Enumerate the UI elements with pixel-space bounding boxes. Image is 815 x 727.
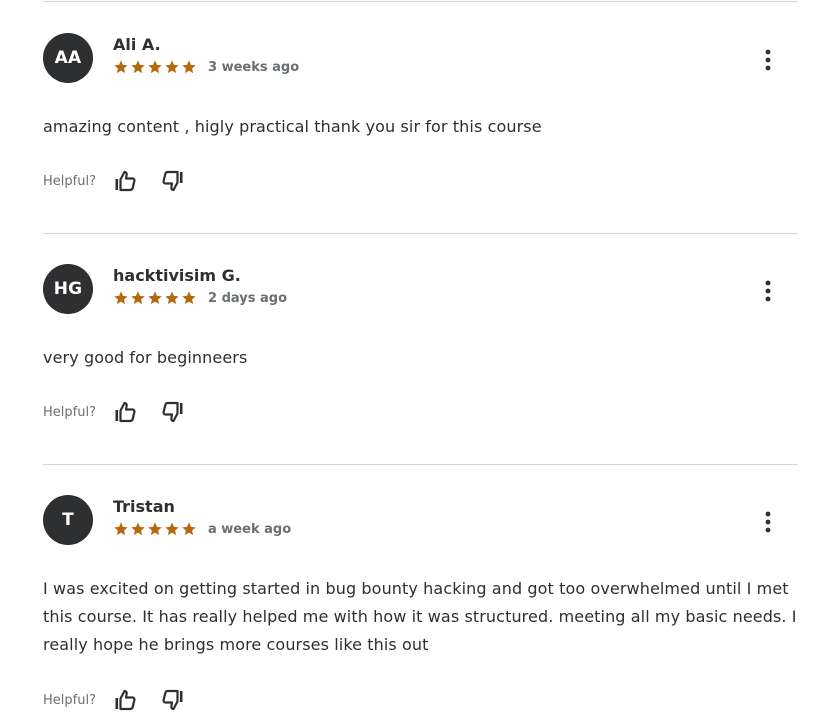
helpful-section: Helpful?	[43, 168, 186, 194]
star-rating	[113, 290, 197, 306]
star-icon	[148, 291, 162, 305]
star-icon	[182, 522, 196, 536]
review-content: amazing content , higly practical thank …	[43, 117, 542, 136]
thumbs-down-icon	[162, 401, 183, 423]
review-meta: 2 days ago	[113, 290, 287, 306]
thumbs-down-button[interactable]	[160, 168, 186, 194]
star-icon	[131, 522, 145, 536]
thumbs-up-icon	[115, 170, 136, 192]
reviewer-name: Ali A.	[113, 35, 161, 54]
more-vertical-icon	[765, 511, 771, 533]
avatar: T	[43, 495, 93, 545]
star-icon	[131, 60, 145, 74]
reviewer-name: hacktivisim G.	[113, 266, 241, 285]
thumbs-up-icon	[115, 401, 136, 423]
review-item: AA Ali A. 3 weeks ago amazing content , …	[0, 33, 815, 223]
reviewer-name: Tristan	[113, 497, 175, 516]
helpful-label: Helpful?	[43, 404, 96, 420]
avatar: HG	[43, 264, 93, 314]
star-rating	[113, 59, 197, 75]
thumbs-down-icon	[162, 689, 183, 711]
review-time: 2 days ago	[208, 290, 287, 306]
helpful-section: Helpful?	[43, 399, 186, 425]
review-time: 3 weeks ago	[208, 59, 300, 75]
star-icon	[114, 291, 128, 305]
star-icon	[165, 522, 179, 536]
thumbs-up-button[interactable]	[112, 399, 138, 425]
star-icon	[148, 522, 162, 536]
thumbs-up-icon	[115, 689, 136, 711]
review-content: very good for beginneers	[43, 348, 248, 367]
star-icon	[131, 291, 145, 305]
thumbs-up-button[interactable]	[112, 168, 138, 194]
star-rating	[113, 521, 197, 537]
review-meta: a week ago	[113, 521, 291, 537]
avatar: AA	[43, 33, 93, 83]
thumbs-down-icon	[162, 170, 183, 192]
helpful-label: Helpful?	[43, 173, 96, 189]
more-options-button[interactable]	[758, 510, 778, 534]
review-divider	[43, 464, 798, 465]
star-icon	[148, 60, 162, 74]
star-icon	[182, 60, 196, 74]
review-item: T Tristan a week ago I was excited on ge…	[0, 495, 815, 727]
star-icon	[165, 60, 179, 74]
review-time: a week ago	[208, 521, 292, 537]
review-content: I was excited on getting started in bug …	[43, 579, 797, 654]
more-options-button[interactable]	[758, 48, 778, 72]
more-vertical-icon	[765, 280, 771, 302]
review-item: HG hacktivisim G. 2 days ago very good f…	[0, 264, 815, 454]
thumbs-up-button[interactable]	[112, 687, 138, 713]
review-divider	[43, 233, 798, 234]
thumbs-down-button[interactable]	[160, 399, 186, 425]
more-options-button[interactable]	[758, 279, 778, 303]
helpful-section: Helpful?	[43, 687, 186, 713]
star-icon	[114, 60, 128, 74]
helpful-label: Helpful?	[43, 692, 96, 708]
star-icon	[114, 522, 128, 536]
review-divider	[43, 1, 798, 2]
star-icon	[182, 291, 196, 305]
star-icon	[165, 291, 179, 305]
review-meta: 3 weeks ago	[113, 59, 299, 75]
thumbs-down-button[interactable]	[160, 687, 186, 713]
more-vertical-icon	[765, 49, 771, 71]
